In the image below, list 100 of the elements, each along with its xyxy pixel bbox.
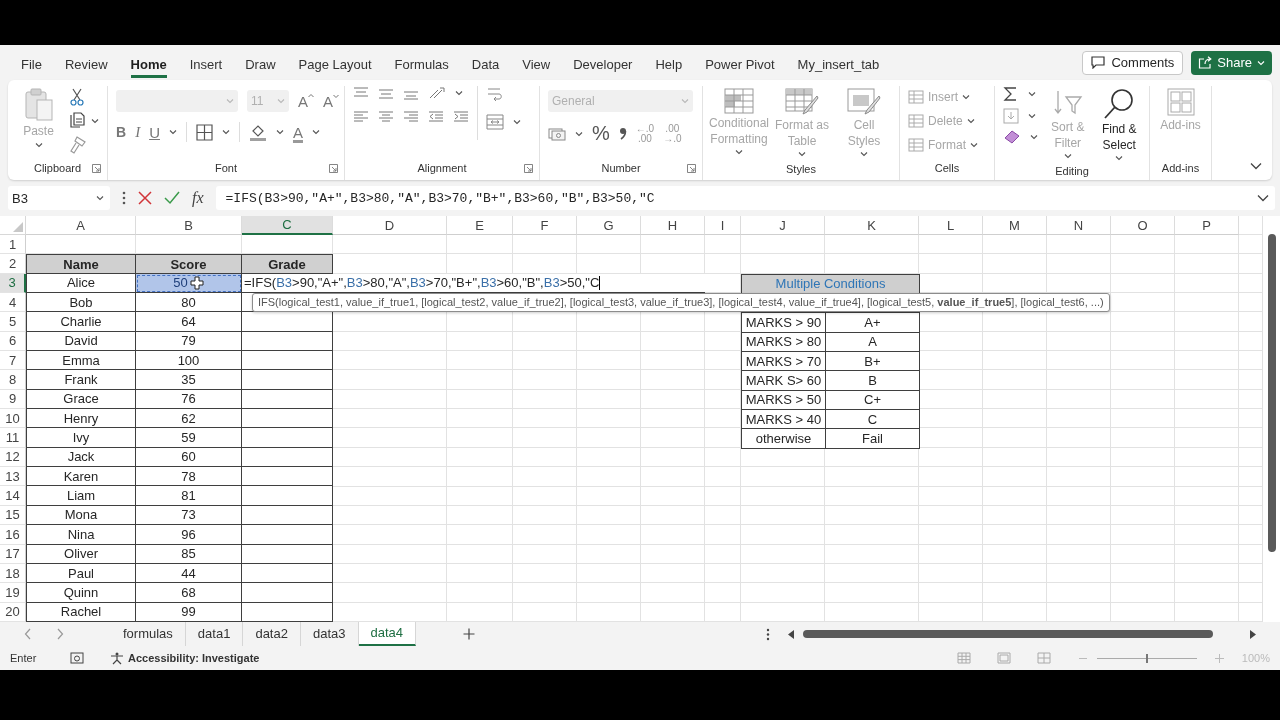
scroll-left-icon[interactable]	[788, 629, 795, 639]
bold-button[interactable]: B	[116, 124, 127, 140]
fill-caret-icon[interactable]	[1028, 113, 1036, 119]
macro-record-icon[interactable]	[70, 652, 84, 664]
sum-icon[interactable]	[1003, 86, 1019, 102]
font-color-caret-icon[interactable]	[312, 129, 320, 135]
name-box-caret-icon[interactable]	[96, 195, 104, 201]
sheet-tab[interactable]: data1	[185, 622, 244, 646]
clear-caret-icon[interactable]	[1030, 134, 1038, 140]
row-header[interactable]: 13	[0, 467, 26, 487]
dialog-launcher-icon[interactable]	[524, 163, 533, 173]
ribbon-tab[interactable]: Developer	[573, 53, 633, 78]
column-header[interactable]: I	[705, 216, 741, 235]
italic-button[interactable]: I	[135, 123, 141, 141]
column-header[interactable]: M	[983, 216, 1047, 235]
collapse-ribbon-icon[interactable]	[1250, 162, 1262, 170]
ribbon-tab[interactable]: Help	[655, 53, 683, 78]
underline-button[interactable]: U	[149, 123, 160, 141]
expand-icon[interactable]	[1257, 194, 1269, 202]
ribbon-tab[interactable]: File	[21, 53, 42, 78]
name-box[interactable]: B3	[8, 186, 110, 210]
font-color-button[interactable]: A	[292, 123, 303, 141]
ribbon-tab[interactable]: My_insert_tab	[797, 53, 880, 78]
comment-icon	[1091, 56, 1106, 69]
ribbon-tab[interactable]: Draw	[245, 53, 276, 78]
ribbon-tab[interactable]: View	[522, 53, 551, 78]
next-sheet-icon[interactable]	[56, 628, 64, 640]
ribbon-tab[interactable]: Page Layout	[298, 53, 372, 78]
currency-caret-icon[interactable]	[575, 130, 583, 137]
sheet-tab[interactable]: data2	[243, 622, 301, 646]
column-header[interactable]: K	[825, 216, 919, 235]
accessibility-button[interactable]: Accessibility: Investigate	[110, 651, 260, 665]
scissors-icon[interactable]	[69, 88, 85, 106]
fill-caret-icon[interactable]	[275, 129, 284, 135]
cancel-icon[interactable]	[138, 191, 152, 205]
column-header[interactable]: J	[741, 216, 825, 235]
merge-cells-icon[interactable]	[486, 114, 504, 130]
column-header[interactable]: H	[641, 216, 705, 235]
column-header[interactable]: A	[26, 216, 136, 235]
sheet-tab[interactable]: formulas	[111, 622, 186, 646]
enter-check-icon[interactable]	[164, 191, 180, 205]
eraser-icon[interactable]	[1003, 130, 1021, 144]
column-header[interactable]: F	[513, 216, 577, 235]
column-header[interactable]: N	[1047, 216, 1111, 235]
ribbon-tab[interactable]: Formulas	[394, 53, 449, 78]
insert-function-button[interactable]: fx	[192, 189, 204, 207]
decrease-font-button[interactable]: A	[323, 92, 340, 110]
ribbon-tab[interactable]: Review	[64, 53, 108, 78]
column-header[interactable]: L	[919, 216, 983, 235]
dialog-launcher-icon[interactable]	[92, 163, 101, 173]
scrollbar-thumb[interactable]	[803, 630, 1213, 638]
dialog-launcher-icon[interactable]	[329, 163, 338, 173]
dropdown-caret-icon[interactable]	[1257, 59, 1265, 66]
increase-font-button[interactable]: A	[298, 92, 314, 110]
currency-icon[interactable]	[548, 126, 566, 141]
scrollbar-thumb[interactable]	[1267, 234, 1276, 552]
more-icon[interactable]	[766, 627, 770, 641]
dialog-launcher-icon[interactable]	[687, 163, 696, 173]
formula-field[interactable]: =IFS(B3>90,"A+",B3>80,"A",B3>70,"B+",B3>60,"B",B3>50,"C	[215, 186, 1275, 210]
format-painter-icon[interactable]	[69, 136, 87, 154]
more-icon[interactable]	[122, 191, 126, 205]
column-header[interactable]: O	[1111, 216, 1175, 235]
table-cell: Grace	[26, 389, 136, 410]
ribbon-tab[interactable]: Data	[471, 53, 500, 78]
cell-editor[interactable]: =IFS(B3>90,"A+",B3>80,"A",B3>70,"B+",B3>60,"B",B3>50,"C	[242, 273, 705, 294]
column-header[interactable]: D	[333, 216, 447, 235]
borders-icon[interactable]	[195, 123, 213, 141]
add-sheet-icon[interactable]	[463, 628, 476, 640]
comments-button[interactable]: Comments	[1082, 50, 1184, 75]
orientation-icon[interactable]	[428, 86, 446, 100]
percent-button[interactable]: %	[592, 122, 610, 145]
share-button[interactable]: Share	[1191, 50, 1272, 75]
table-cell: Charlie	[26, 312, 136, 332]
column-header[interactable]: G	[577, 216, 641, 235]
comma-style-icon[interactable]	[618, 126, 627, 141]
ribbon-tab[interactable]: Insert	[189, 53, 223, 78]
column-header[interactable]: C	[242, 216, 333, 235]
orientation-caret-icon[interactable]	[455, 90, 463, 96]
editing-button[interactable]: Find & Select	[1097, 86, 1141, 162]
underline-caret-icon[interactable]	[168, 129, 177, 135]
sum-caret-icon[interactable]	[1028, 91, 1036, 97]
editing-caret-icon[interactable]	[1115, 155, 1124, 162]
sheet-tab[interactable]: data3	[300, 622, 359, 646]
copy-icon[interactable]	[69, 112, 87, 130]
scroll-right-icon[interactable]	[1249, 629, 1256, 639]
slider-thumb[interactable]	[1145, 653, 1148, 663]
column-header[interactable]: B	[136, 216, 242, 235]
sheet-tab[interactable]: data4	[358, 622, 417, 646]
previous-sheet-icon[interactable]	[24, 628, 32, 640]
copy-caret-icon[interactable]	[91, 118, 99, 124]
row-header[interactable]: 3	[0, 273, 26, 294]
borders-caret-icon[interactable]	[221, 129, 230, 135]
merge-caret-icon[interactable]	[513, 119, 521, 125]
horizontal-scrollbar[interactable]	[786, 627, 1258, 641]
fill-bucket-icon[interactable]	[248, 123, 267, 141]
ribbon-tab[interactable]: Power Pivot	[705, 53, 775, 78]
font-name-field[interactable]	[116, 90, 238, 112]
column-header[interactable]: P	[1175, 216, 1239, 235]
column-header[interactable]: E	[447, 216, 513, 235]
row-header[interactable]: 14	[0, 486, 26, 506]
